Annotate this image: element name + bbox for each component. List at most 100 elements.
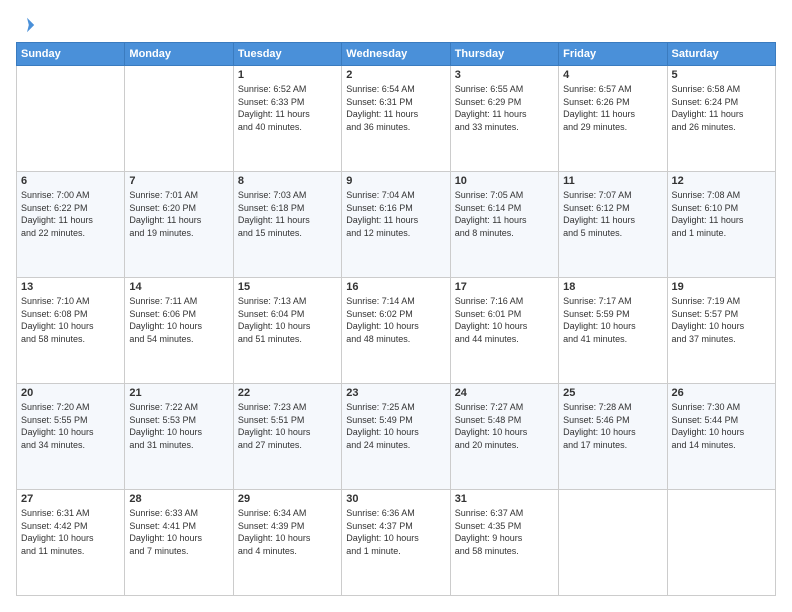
calendar-day-cell: 24 Sunrise: 7:27 AM Sunset: 5:48 PM Dayli…: [450, 384, 558, 490]
day-info: Sunrise: 7:13 AM Sunset: 6:04 PM Dayligh…: [238, 295, 337, 345]
page: SundayMondayTuesdayWednesdayThursdayFrid…: [0, 0, 792, 612]
calendar-day-cell: 18Sunrise: 7:17 AM Sunset: 5:59 PM Dayli…: [559, 278, 667, 384]
calendar-week-row: 13 Sunrise: 7:10 AM Sunset: 6:08 PM Dayli…: [17, 278, 776, 384]
logo: [16, 16, 36, 34]
day-of-week-header: Wednesday: [342, 43, 450, 66]
day-of-week-header: Tuesday: [233, 43, 341, 66]
day-of-week-header: Monday: [125, 43, 233, 66]
day-info: Sunrise: 7:07 AM Sunset: 6:12 PM Dayligh…: [563, 189, 662, 239]
calendar-day-cell: 22 Sunrise: 7:23 AM Sunset: 5:51 PM Dayli…: [233, 384, 341, 490]
day-info: Sunrise: 7:19 AM Sunset: 5:57 PM Dayligh…: [672, 295, 771, 345]
day-info: Sunrise: 7:11 AM Sunset: 6:06 PM Dayligh…: [129, 295, 228, 345]
day-number: 25: [563, 387, 662, 399]
day-info: Sunrise: 6:54 AM Sunset: 6:31 PM Dayligh…: [346, 83, 445, 133]
calendar-day-cell: [125, 66, 233, 172]
calendar-week-row: 1 Sunrise: 6:52 AM Sunset: 6:33 PM Daylig…: [17, 66, 776, 172]
day-info: Sunrise: 7:20 AM Sunset: 5:55 PM Dayligh…: [21, 401, 120, 451]
day-number: 31: [455, 493, 554, 505]
calendar-day-cell: 4 Sunrise: 6:57 AM Sunset: 6:26 PM Daylig…: [559, 66, 667, 172]
day-info: Sunrise: 7:27 AM Sunset: 5:48 PM Dayligh…: [455, 401, 554, 451]
day-info: Sunrise: 7:08 AM Sunset: 6:10 PM Dayligh…: [672, 189, 771, 239]
day-info: Sunrise: 6:37 AM Sunset: 4:35 PM Dayligh…: [455, 507, 554, 557]
day-info: Sunrise: 6:34 AM Sunset: 4:39 PM Dayligh…: [238, 507, 337, 557]
day-number: 2: [346, 69, 445, 81]
calendar-day-cell: 3 Sunrise: 6:55 AM Sunset: 6:29 PM Daylig…: [450, 66, 558, 172]
day-info: Sunrise: 7:25 AM Sunset: 5:49 PM Dayligh…: [346, 401, 445, 451]
day-number: 4: [563, 69, 662, 81]
day-number: 5: [672, 69, 771, 81]
day-of-week-header: Thursday: [450, 43, 558, 66]
day-number: 23: [346, 387, 445, 399]
day-number: 11: [563, 175, 662, 187]
calendar-day-cell: 10 Sunrise: 7:05 AM Sunset: 6:14 PM Dayli…: [450, 172, 558, 278]
day-number: 24: [455, 387, 554, 399]
header: [16, 16, 776, 34]
calendar-day-cell: 23 Sunrise: 7:25 AM Sunset: 5:49 PM Dayli…: [342, 384, 450, 490]
day-number: 15: [238, 281, 337, 293]
calendar-day-cell: [17, 66, 125, 172]
day-number: 18: [563, 281, 662, 293]
calendar-day-cell: 6Sunrise: 7:00 AM Sunset: 6:22 PM Daylig…: [17, 172, 125, 278]
day-number: 22: [238, 387, 337, 399]
day-number: 21: [129, 387, 228, 399]
day-number: 6: [21, 175, 120, 187]
day-info: Sunrise: 7:22 AM Sunset: 5:53 PM Dayligh…: [129, 401, 228, 451]
day-number: 3: [455, 69, 554, 81]
calendar-day-cell: 27Sunrise: 6:31 AM Sunset: 4:42 PM Dayli…: [17, 490, 125, 596]
calendar-day-cell: 29 Sunrise: 6:34 AM Sunset: 4:39 PM Dayli…: [233, 490, 341, 596]
day-number: 30: [346, 493, 445, 505]
calendar-table: SundayMondayTuesdayWednesdayThursdayFrid…: [16, 42, 776, 596]
calendar-day-cell: 25 Sunrise: 7:28 AM Sunset: 5:46 PM Dayli…: [559, 384, 667, 490]
day-number: 10: [455, 175, 554, 187]
day-of-week-header: Saturday: [667, 43, 775, 66]
day-number: 1: [238, 69, 337, 81]
day-info: Sunrise: 7:28 AM Sunset: 5:46 PM Dayligh…: [563, 401, 662, 451]
logo-icon: [18, 16, 36, 34]
day-number: 13: [21, 281, 120, 293]
day-info: Sunrise: 6:57 AM Sunset: 6:26 PM Dayligh…: [563, 83, 662, 133]
calendar-day-cell: 15 Sunrise: 7:13 AM Sunset: 6:04 PM Dayli…: [233, 278, 341, 384]
calendar-day-cell: 31 Sunrise: 6:37 AM Sunset: 4:35 PM Dayli…: [450, 490, 558, 596]
day-of-week-header: Sunday: [17, 43, 125, 66]
day-info: Sunrise: 6:52 AM Sunset: 6:33 PM Dayligh…: [238, 83, 337, 133]
day-number: 7: [129, 175, 228, 187]
day-info: Sunrise: 7:01 AM Sunset: 6:20 PM Dayligh…: [129, 189, 228, 239]
day-info: Sunrise: 7:16 AM Sunset: 6:01 PM Dayligh…: [455, 295, 554, 345]
day-number: 9: [346, 175, 445, 187]
calendar-day-cell: 11 Sunrise: 7:07 AM Sunset: 6:12 PM Dayli…: [559, 172, 667, 278]
day-info: Sunrise: 6:33 AM Sunset: 4:41 PM Dayligh…: [129, 507, 228, 557]
day-number: 8: [238, 175, 337, 187]
calendar-header-row: SundayMondayTuesdayWednesdayThursdayFrid…: [17, 43, 776, 66]
day-number: 28: [129, 493, 228, 505]
calendar-day-cell: 21 Sunrise: 7:22 AM Sunset: 5:53 PM Dayli…: [125, 384, 233, 490]
day-number: 19: [672, 281, 771, 293]
day-info: Sunrise: 7:10 AM Sunset: 6:08 PM Dayligh…: [21, 295, 120, 345]
calendar-day-cell: 30 Sunrise: 6:36 AM Sunset: 4:37 PM Dayli…: [342, 490, 450, 596]
calendar-day-cell: 14 Sunrise: 7:11 AM Sunset: 6:06 PM Dayli…: [125, 278, 233, 384]
day-info: Sunrise: 7:05 AM Sunset: 6:14 PM Dayligh…: [455, 189, 554, 239]
day-info: Sunrise: 7:14 AM Sunset: 6:02 PM Dayligh…: [346, 295, 445, 345]
day-number: 14: [129, 281, 228, 293]
calendar-day-cell: 28 Sunrise: 6:33 AM Sunset: 4:41 PM Dayli…: [125, 490, 233, 596]
day-info: Sunrise: 6:58 AM Sunset: 6:24 PM Dayligh…: [672, 83, 771, 133]
calendar-day-cell: 2 Sunrise: 6:54 AM Sunset: 6:31 PM Daylig…: [342, 66, 450, 172]
calendar-day-cell: 12Sunrise: 7:08 AM Sunset: 6:10 PM Dayli…: [667, 172, 775, 278]
day-info: Sunrise: 6:36 AM Sunset: 4:37 PM Dayligh…: [346, 507, 445, 557]
day-info: Sunrise: 7:04 AM Sunset: 6:16 PM Dayligh…: [346, 189, 445, 239]
calendar-week-row: 27Sunrise: 6:31 AM Sunset: 4:42 PM Dayli…: [17, 490, 776, 596]
calendar-day-cell: 13 Sunrise: 7:10 AM Sunset: 6:08 PM Dayli…: [17, 278, 125, 384]
calendar-day-cell: [559, 490, 667, 596]
day-info: Sunrise: 7:03 AM Sunset: 6:18 PM Dayligh…: [238, 189, 337, 239]
calendar-day-cell: 8 Sunrise: 7:03 AM Sunset: 6:18 PM Daylig…: [233, 172, 341, 278]
day-of-week-header: Friday: [559, 43, 667, 66]
day-info: Sunrise: 6:31 AM Sunset: 4:42 PM Dayligh…: [21, 507, 120, 557]
calendar-day-cell: 20Sunrise: 7:20 AM Sunset: 5:55 PM Dayli…: [17, 384, 125, 490]
day-number: 17: [455, 281, 554, 293]
day-info: Sunrise: 6:55 AM Sunset: 6:29 PM Dayligh…: [455, 83, 554, 133]
calendar-day-cell: [667, 490, 775, 596]
day-number: 29: [238, 493, 337, 505]
calendar-day-cell: 19 Sunrise: 7:19 AM Sunset: 5:57 PM Dayli…: [667, 278, 775, 384]
day-info: Sunrise: 7:23 AM Sunset: 5:51 PM Dayligh…: [238, 401, 337, 451]
calendar-day-cell: 9 Sunrise: 7:04 AM Sunset: 6:16 PM Daylig…: [342, 172, 450, 278]
calendar-week-row: 6Sunrise: 7:00 AM Sunset: 6:22 PM Daylig…: [17, 172, 776, 278]
